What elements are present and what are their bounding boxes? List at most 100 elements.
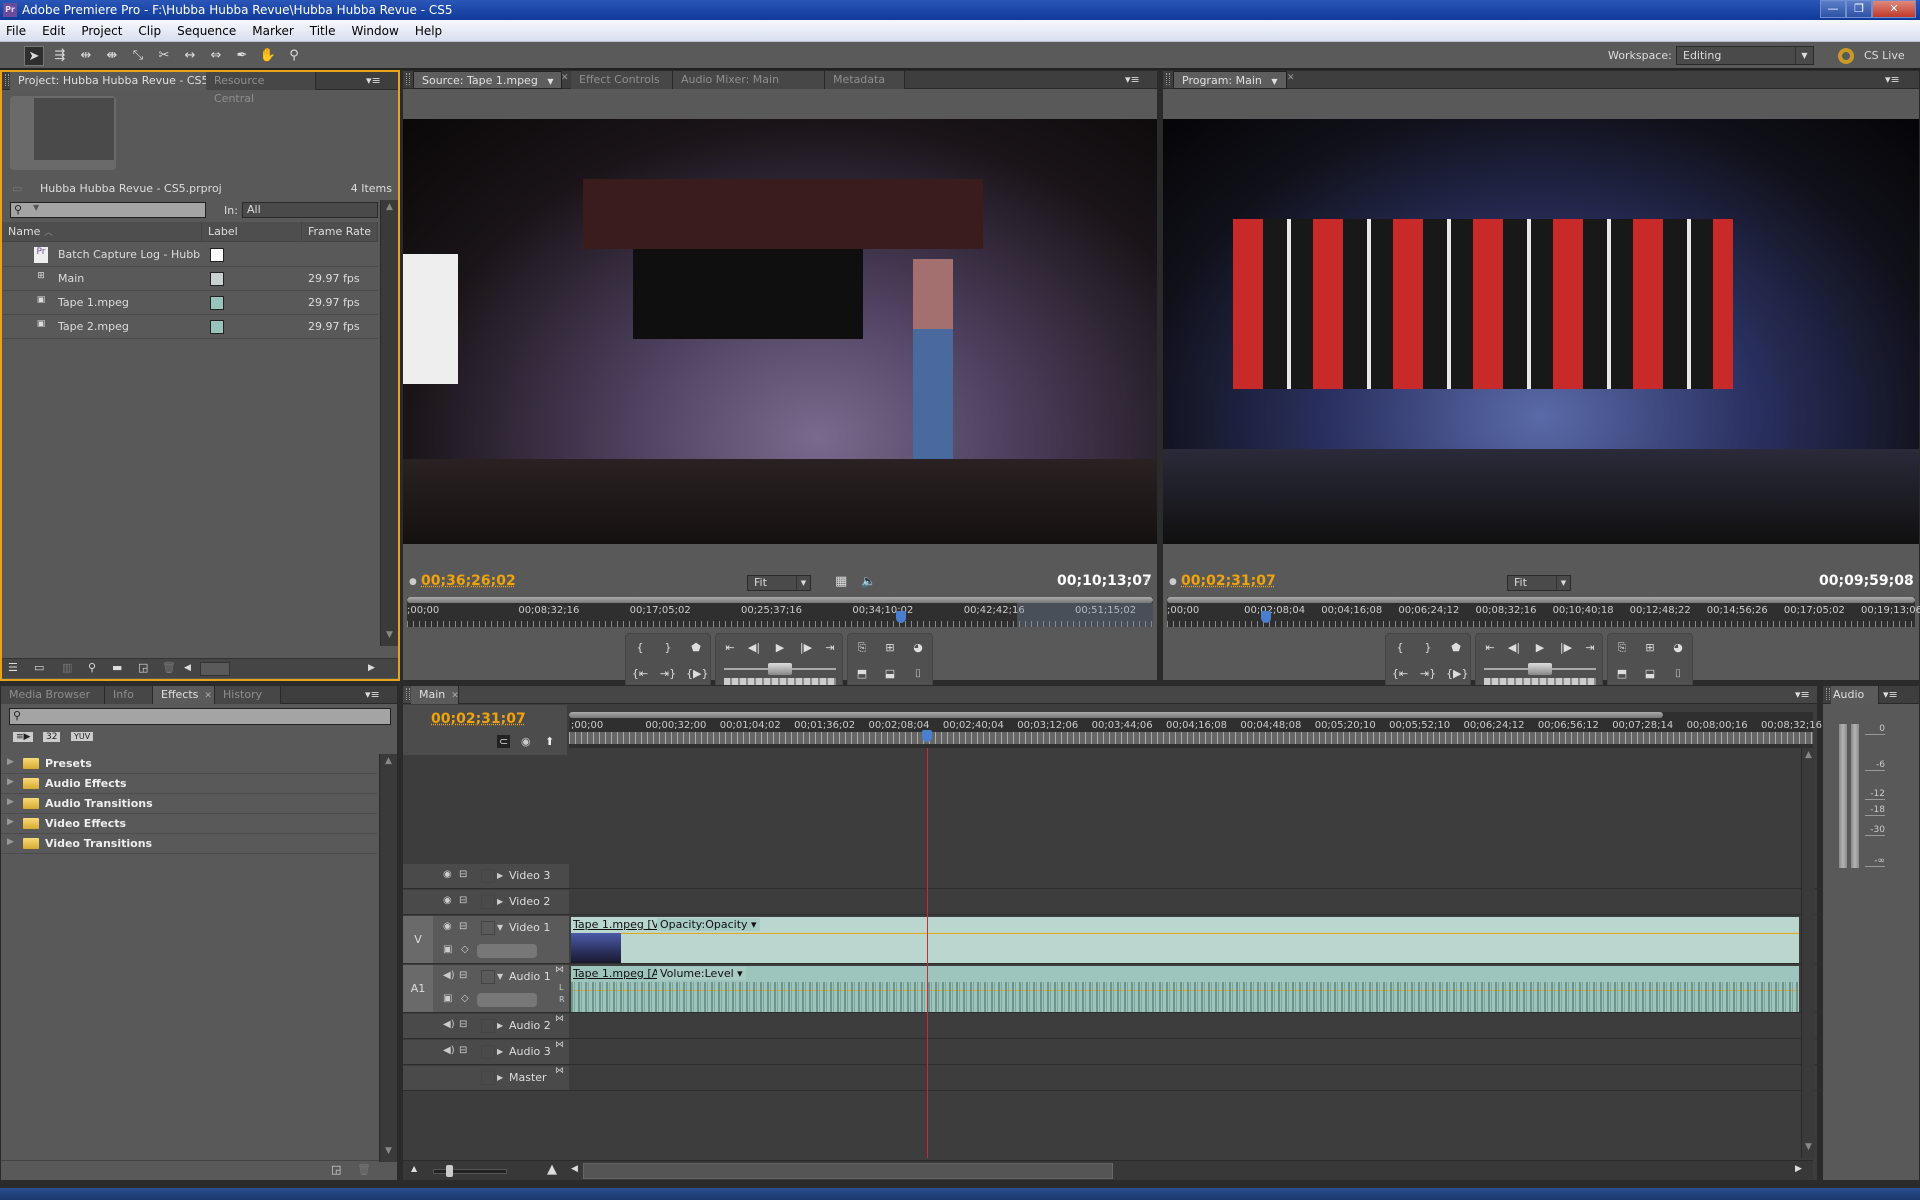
- zoom-in-icon[interactable]: ▲: [547, 1162, 557, 1177]
- loop-button[interactable]: ⎘: [1612, 638, 1632, 658]
- step-back-to-previous-edit-button[interactable]: ⇤: [720, 638, 740, 658]
- panel-grip[interactable]: [5, 74, 9, 86]
- tab-effect-controls[interactable]: Effect Controls: [571, 71, 673, 89]
- close-button[interactable]: ✕: [1872, 0, 1916, 18]
- timeline-time-ruler[interactable]: ;00;00 00;00;32;00 00;01;04;02 00;01;36;02 0…: [569, 712, 1822, 748]
- tab-resource-central[interactable]: Resource Central: [206, 72, 316, 105]
- menu-edit[interactable]: Edit: [42, 24, 65, 38]
- project-item[interactable]: Pr Batch Capture Log - Hubb: [2, 243, 378, 267]
- tab-audio-meters[interactable]: Audio M: [1831, 686, 1879, 704]
- drag-audio-icon[interactable]: 🔈: [861, 574, 876, 588]
- expand-triangle-icon[interactable]: ▶: [497, 871, 503, 880]
- safe-margins-button[interactable]: ⊞: [1640, 638, 1660, 658]
- sync-lock-icon[interactable]: ⊟: [459, 1045, 467, 1056]
- tab-audio-mixer[interactable]: Audio Mixer: Main: [673, 71, 825, 89]
- new-item-icon[interactable]: ◲: [138, 661, 148, 674]
- panel-menu-icon[interactable]: ▾≡: [1883, 688, 1898, 701]
- video-clip[interactable]: Tape 1.mpeg [V] Opacity:Opacity ▾: [571, 917, 1799, 963]
- menu-window[interactable]: Window: [351, 24, 398, 38]
- step-back-button[interactable]: ◀|: [744, 638, 764, 658]
- program-playhead[interactable]: [1260, 611, 1271, 623]
- column-header-name[interactable]: Name ︿: [2, 222, 202, 242]
- project-item[interactable]: ⊞ Main 29.97 fps: [2, 267, 378, 291]
- source-playhead[interactable]: [895, 611, 906, 623]
- play-button[interactable]: ▶: [1530, 638, 1550, 658]
- close-icon[interactable]: ✕: [1287, 73, 1295, 83]
- label-color-swatch[interactable]: [210, 272, 224, 286]
- cs-live-icon[interactable]: [1838, 48, 1854, 64]
- mark-in-button[interactable]: {: [630, 638, 650, 658]
- sync-lock-icon[interactable]: ⊟: [459, 869, 467, 880]
- scroll-right-icon[interactable]: ▶: [368, 663, 375, 673]
- menu-project[interactable]: Project: [81, 24, 122, 38]
- clip-effect-dropdown[interactable]: Opacity:Opacity ▾: [657, 918, 760, 931]
- overlay-button[interactable]: ⬓: [880, 664, 900, 684]
- speaker-icon[interactable]: ◀): [443, 1045, 455, 1056]
- tab-effects[interactable]: Effects ✕: [153, 686, 215, 704]
- panel-menu-icon[interactable]: ▾≡: [365, 688, 380, 701]
- close-icon[interactable]: ✕: [451, 691, 459, 701]
- scroll-down-icon[interactable]: ▼: [380, 1146, 397, 1160]
- timeline-playhead[interactable]: [922, 730, 933, 742]
- eye-icon[interactable]: ◉: [443, 895, 452, 906]
- track-lock-toggle[interactable]: [481, 970, 495, 984]
- track-lock-toggle[interactable]: [481, 1019, 495, 1033]
- expand-triangle-icon[interactable]: ▶: [497, 1073, 503, 1082]
- scroll-right-icon[interactable]: ▶: [1795, 1164, 1802, 1174]
- rate-stretch-tool-icon[interactable]: ⤡: [128, 46, 148, 66]
- zoom-slider-handle[interactable]: [446, 1165, 453, 1177]
- keyframe-icon[interactable]: ◇: [461, 944, 469, 955]
- scroll-up-icon[interactable]: ▲: [1802, 750, 1815, 764]
- label-color-swatch[interactable]: [210, 296, 224, 310]
- expand-triangle-icon[interactable]: ▶: [7, 797, 14, 807]
- output-button[interactable]: ◕: [1668, 638, 1688, 658]
- workspace-dropdown[interactable]: Editing ▼: [1676, 46, 1814, 65]
- keyframe-navigator[interactable]: [477, 993, 537, 1007]
- clip-effect-dropdown[interactable]: Volume:Level ▾: [657, 967, 746, 980]
- selection-tool-icon[interactable]: ➤: [24, 46, 44, 66]
- expand-triangle-icon[interactable]: ▶: [497, 1021, 503, 1030]
- in-filter-dropdown[interactable]: All: [242, 202, 378, 218]
- keyframe-icon[interactable]: ◇: [461, 993, 469, 1004]
- tab-history[interactable]: History: [215, 686, 281, 704]
- source-clip-dropdown[interactable]: Source: Tape 1.mpeg ▼: [413, 71, 563, 89]
- output-button[interactable]: ◕: [908, 638, 928, 658]
- program-sequence-dropdown[interactable]: Program: Main ▼: [1173, 71, 1287, 89]
- play-in-to-out-button[interactable]: {▶}: [1446, 664, 1468, 684]
- expand-triangle-icon[interactable]: ▶: [497, 1047, 503, 1056]
- track-lock-toggle[interactable]: [481, 869, 495, 883]
- step-back-button[interactable]: ◀|: [1504, 638, 1524, 658]
- track-lock-toggle[interactable]: [481, 1071, 495, 1085]
- safe-margins-button[interactable]: ⊞: [880, 638, 900, 658]
- go-to-previous-edit-point-button[interactable]: ⇤: [1480, 638, 1500, 658]
- label-color-swatch[interactable]: [210, 320, 224, 334]
- sync-lock-icon[interactable]: ⊟: [459, 970, 467, 981]
- slide-tool-icon[interactable]: ⇔: [206, 46, 226, 66]
- program-zoom-bar[interactable]: [1167, 597, 1915, 603]
- program-current-timecode[interactable]: 00;02;31;07: [1181, 573, 1276, 589]
- go-to-in-button[interactable]: {⇤: [630, 664, 650, 684]
- panel-grip[interactable]: [406, 73, 410, 85]
- new-bin-icon[interactable]: ▬: [112, 661, 122, 674]
- panel-menu-icon[interactable]: ▾≡: [1885, 73, 1900, 86]
- effects-folder-presets[interactable]: ▶ Presets: [1, 754, 377, 774]
- close-icon[interactable]: ✕: [204, 691, 212, 701]
- effects-search-input[interactable]: ⚲: [9, 708, 391, 725]
- column-header-label[interactable]: Label: [202, 222, 302, 242]
- expand-triangle-icon[interactable]: ▶: [7, 777, 14, 787]
- search-options-chevron-icon[interactable]: ▼: [33, 203, 39, 212]
- ripple-edit-tool-icon[interactable]: ⇹: [76, 46, 96, 66]
- razor-tool-icon[interactable]: ✂: [154, 46, 174, 66]
- hand-tool-icon[interactable]: ✋: [258, 46, 278, 66]
- expand-triangle-icon[interactable]: ▶: [7, 837, 14, 847]
- snap-icon[interactable]: ⊂: [497, 735, 511, 748]
- program-zoom-dropdown[interactable]: Fit ▼: [1507, 575, 1571, 591]
- eye-icon[interactable]: ◉: [443, 869, 452, 880]
- track-lock-toggle[interactable]: [481, 895, 495, 909]
- collapse-triangle-icon[interactable]: ▼: [497, 972, 503, 981]
- find-icon[interactable]: ⚲: [88, 661, 96, 674]
- drag-video-icon[interactable]: ▦: [835, 574, 847, 589]
- scroll-up-icon[interactable]: ▲: [380, 756, 397, 770]
- effects-scrollbar[interactable]: ▲ ▼: [379, 754, 397, 1162]
- source-time-ruler[interactable]: ;00;00 00;08;32;16 00;17;05;02 00;25;37;16 0…: [407, 597, 1153, 627]
